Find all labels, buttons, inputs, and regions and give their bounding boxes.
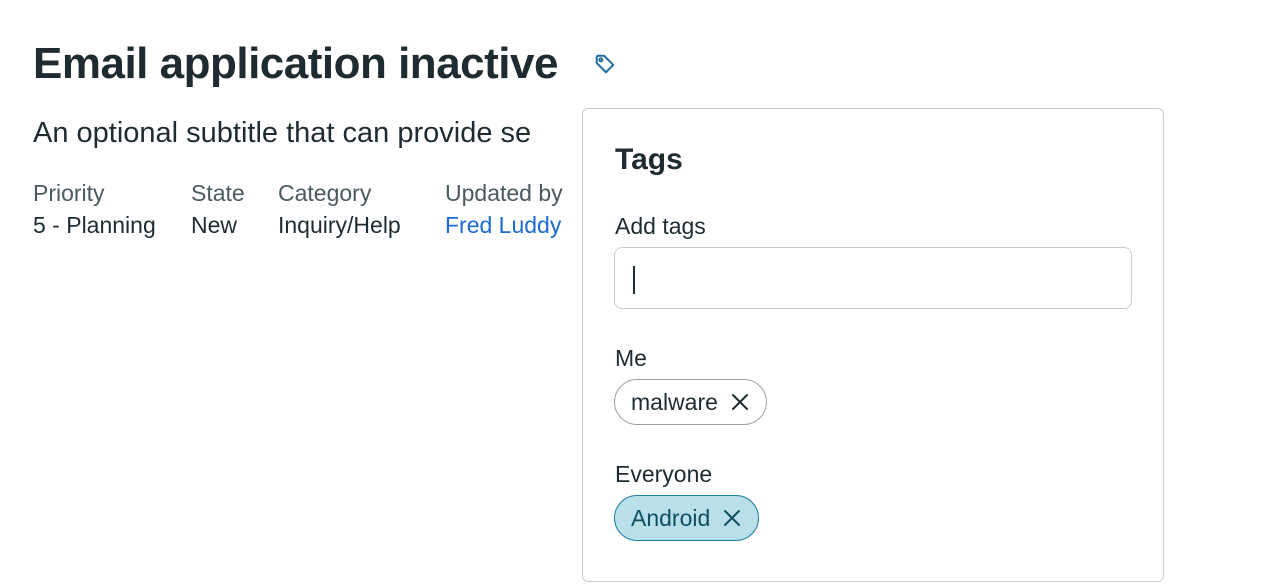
updated-by-link[interactable]: Fred Luddy <box>445 212 561 238</box>
meta-value: Inquiry/Help <box>278 212 401 238</box>
text-caret <box>633 266 635 294</box>
add-tags-input[interactable] <box>614 247 1132 309</box>
tag-chip-label: malware <box>631 388 718 415</box>
tag-icon[interactable] <box>592 51 618 77</box>
me-section-label: Me <box>615 345 647 371</box>
tags-popover: Tags Add tags Me malware Everyone Androi… <box>582 108 1164 582</box>
page-subtitle: An optional subtitle that can provide se <box>33 117 532 149</box>
meta-label: State <box>191 180 245 206</box>
close-icon[interactable] <box>722 508 742 528</box>
meta-label: Category <box>278 180 372 206</box>
meta-label: Updated by <box>445 180 563 206</box>
title-row: Email application inactive <box>33 36 618 92</box>
meta-value: 5 - Planning <box>33 212 156 238</box>
tag-chip-label: Android <box>631 504 711 531</box>
meta-value: New <box>191 212 238 238</box>
popover-title: Tags <box>615 143 683 176</box>
meta-label: Priority <box>33 180 105 206</box>
close-icon[interactable] <box>730 392 750 412</box>
add-tags-label: Add tags <box>615 213 706 239</box>
page-title: Email application inactive <box>33 39 558 88</box>
meta-category: Category Inquiry/Help <box>278 177 401 241</box>
everyone-section-label: Everyone <box>615 461 713 487</box>
tag-chip-android: Android <box>614 495 760 541</box>
tag-chip-malware: malware <box>614 379 767 425</box>
meta-updated-by: Updated by Fred Luddy <box>445 177 563 241</box>
meta-priority: Priority 5 - Planning <box>33 177 156 241</box>
meta-state: State New <box>191 177 245 241</box>
